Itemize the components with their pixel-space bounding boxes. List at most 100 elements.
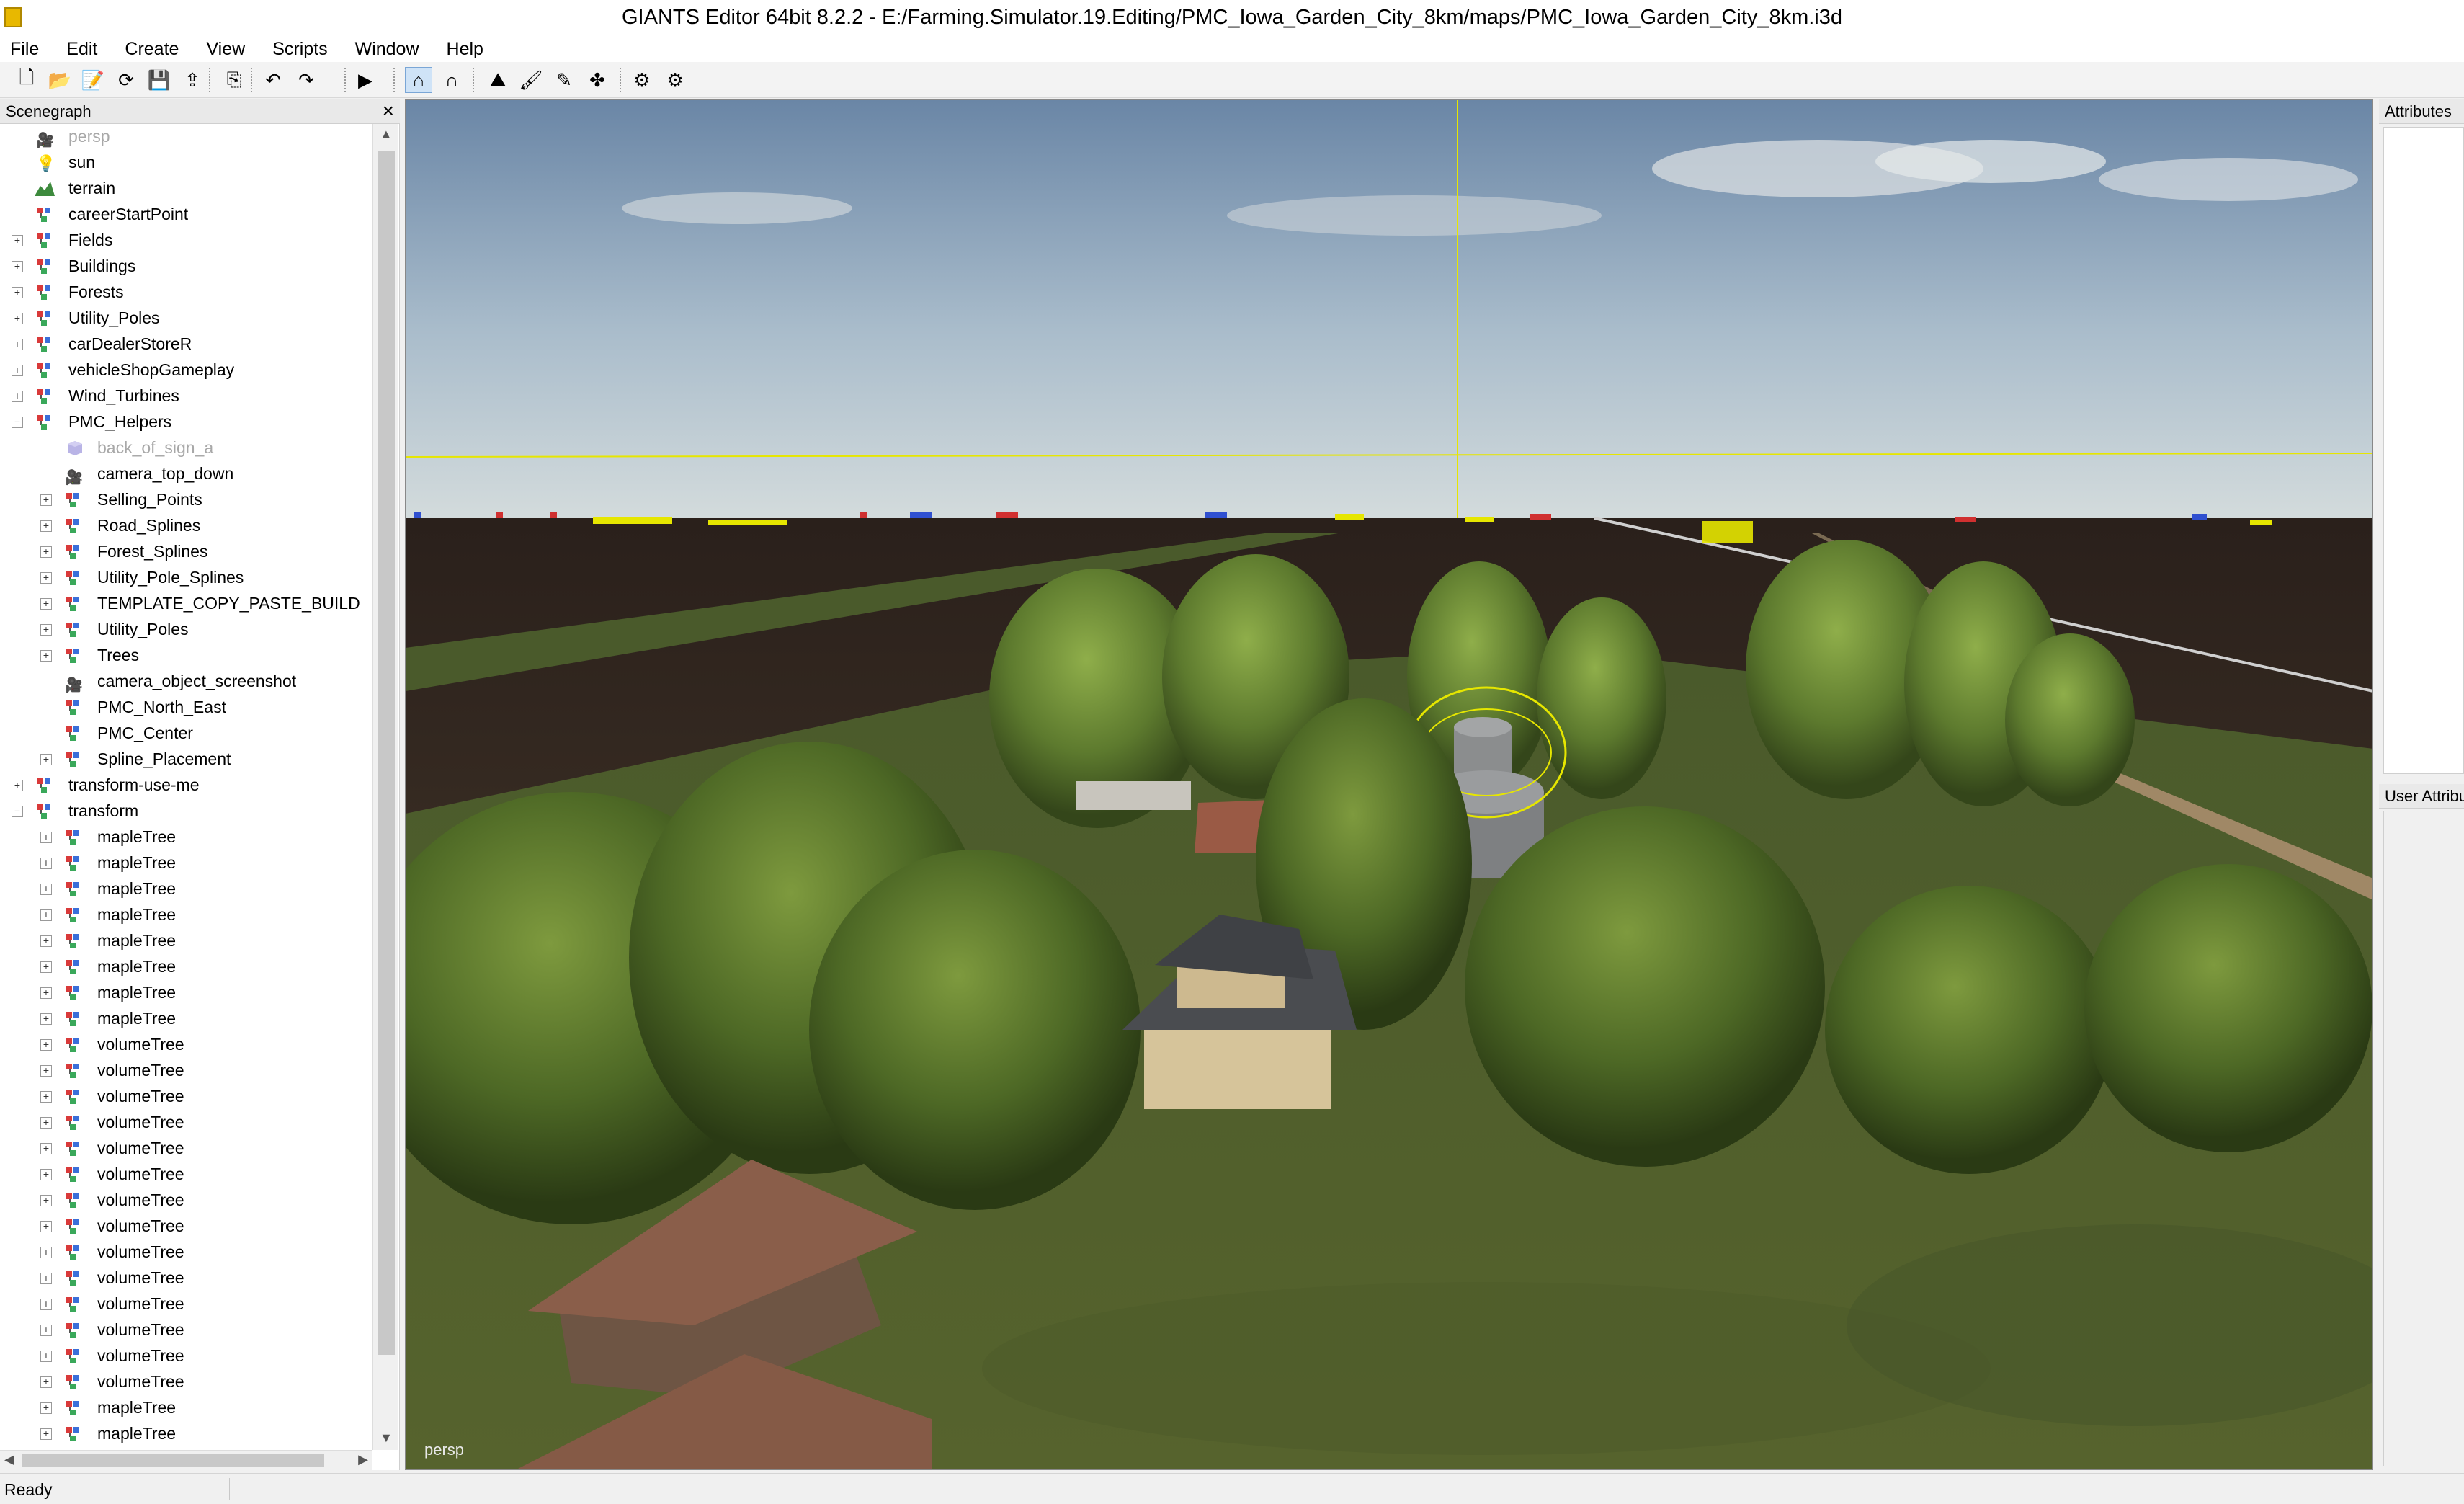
tree-item[interactable]: 🎥 camera_object_screenshot <box>0 669 372 695</box>
tree-item[interactable]: − PMC_Helpers <box>0 409 372 435</box>
tree-vertical-scrollbar[interactable]: ▲ ▼ <box>372 124 398 1450</box>
expand-icon[interactable]: + <box>12 339 23 350</box>
expand-icon[interactable]: + <box>12 780 23 791</box>
scrollbar-thumb[interactable] <box>22 1454 324 1467</box>
menu-window[interactable]: Window <box>352 37 422 61</box>
expand-icon[interactable]: + <box>40 1299 52 1310</box>
magnet-icon[interactable]: ∩ <box>438 67 465 93</box>
expand-icon[interactable]: + <box>40 1065 52 1077</box>
expand-icon[interactable]: + <box>12 261 23 272</box>
menu-create[interactable]: Create <box>122 37 182 61</box>
tree-item[interactable]: + Spline_Placement <box>0 747 372 773</box>
expand-icon[interactable]: + <box>40 598 52 610</box>
foliage-paint-icon[interactable]: ✎ <box>550 67 578 93</box>
tree-item[interactable]: + volumeTree <box>0 1265 372 1291</box>
tree-horizontal-scrollbar[interactable]: ◀ ▶ <box>0 1450 372 1470</box>
collapse-icon[interactable]: − <box>12 806 23 817</box>
undo-icon[interactable]: ↶ <box>259 67 287 93</box>
tree-item[interactable]: + mapleTree <box>0 928 372 954</box>
tree-item[interactable]: + Wind_Turbines <box>0 383 372 409</box>
tree-item[interactable]: + Forest_Splines <box>0 539 372 565</box>
tree-item[interactable]: + volumeTree <box>0 1110 372 1136</box>
expand-icon[interactable]: + <box>40 1195 52 1206</box>
tree-item[interactable]: + mapleTree <box>0 824 372 850</box>
import-icon[interactable]: ⎘ <box>220 67 248 93</box>
save-icon[interactable]: 💾 <box>146 67 173 93</box>
tree-item[interactable]: + carDealerStoreR <box>0 331 372 357</box>
export-icon[interactable]: ⇪ <box>179 67 206 93</box>
tree-item[interactable]: + vehicleShopGameplay <box>0 357 372 383</box>
terrain-paint-icon[interactable]: 🖌 <box>517 67 545 93</box>
expand-icon[interactable]: + <box>40 884 52 895</box>
edit-file-icon[interactable]: 📝 <box>79 67 107 93</box>
expand-icon[interactable]: + <box>40 1273 52 1284</box>
tree-item[interactable]: + volumeTree <box>0 1214 372 1240</box>
expand-icon[interactable]: + <box>40 1117 52 1129</box>
expand-icon[interactable]: + <box>40 1376 52 1388</box>
tree-item[interactable]: + Trees <box>0 643 372 669</box>
expand-icon[interactable]: + <box>40 1143 52 1154</box>
tree-item[interactable]: + Fields <box>0 228 372 254</box>
terrain-sculpt-icon[interactable]: ⛰ <box>484 67 512 93</box>
close-icon[interactable]: × <box>383 99 394 123</box>
expand-icon[interactable]: + <box>40 494 52 506</box>
tree-item[interactable]: + mapleTree <box>0 850 372 876</box>
scrollbar-thumb[interactable] <box>378 151 395 1355</box>
tree-item[interactable]: + volumeTree <box>0 1032 372 1058</box>
tree-item[interactable]: + volumeTree <box>0 1084 372 1110</box>
tree-item[interactable]: + volumeTree <box>0 1058 372 1084</box>
expand-icon[interactable]: + <box>40 1013 52 1025</box>
tree-item[interactable]: + volumeTree <box>0 1317 372 1343</box>
tree-item[interactable]: + Buildings <box>0 254 372 280</box>
reload-icon[interactable]: ⟳ <box>112 67 140 93</box>
expand-icon[interactable]: + <box>12 365 23 376</box>
expand-icon[interactable]: + <box>12 235 23 246</box>
tree-item[interactable]: + mapleTree <box>0 902 372 928</box>
tree-item[interactable]: PMC_North_East <box>0 695 372 721</box>
expand-icon[interactable]: + <box>40 1247 52 1258</box>
tree-item[interactable]: + mapleTree <box>0 954 372 980</box>
tree-item[interactable]: + volumeTree <box>0 1343 372 1369</box>
tree-item[interactable]: back_of_sign_a <box>0 435 372 461</box>
tree-item[interactable]: + mapleTree <box>0 1421 372 1447</box>
open-icon[interactable]: 📂 <box>46 67 73 93</box>
tree-item[interactable]: + Selling_Points <box>0 487 372 513</box>
tree-item[interactable]: 🎥 persp <box>0 124 372 150</box>
expand-icon[interactable]: + <box>40 858 52 869</box>
expand-icon[interactable]: + <box>40 961 52 973</box>
tree-item[interactable]: terrain <box>0 176 372 202</box>
tree-item[interactable]: careerStartPoint <box>0 202 372 228</box>
expand-icon[interactable]: + <box>40 1402 52 1414</box>
tree-item[interactable]: + mapleTree <box>0 980 372 1006</box>
tree-item[interactable]: 🎥 camera_top_down <box>0 461 372 487</box>
expand-icon[interactable]: + <box>40 572 52 584</box>
expand-icon[interactable]: + <box>12 391 23 402</box>
expand-icon[interactable]: + <box>40 987 52 999</box>
expand-icon[interactable]: + <box>40 1325 52 1336</box>
tree-item[interactable]: + TEMPLATE_COPY_PASTE_BUILD <box>0 591 372 617</box>
tree-item[interactable]: + volumeTree <box>0 1136 372 1162</box>
expand-icon[interactable]: + <box>40 650 52 662</box>
attributes-body[interactable] <box>2383 127 2464 774</box>
user-attributes-body[interactable] <box>2383 811 2464 1466</box>
new-icon[interactable]: 🗋 <box>13 66 40 93</box>
menu-edit[interactable]: Edit <box>63 37 100 61</box>
tree-item[interactable]: + mapleTree <box>0 876 372 902</box>
tree-item[interactable]: + Forests <box>0 280 372 306</box>
menu-view[interactable]: View <box>203 37 248 61</box>
tree-item[interactable]: + mapleTree <box>0 1006 372 1032</box>
tree-item[interactable]: − transform <box>0 798 372 824</box>
redo-icon[interactable]: ↷ <box>293 67 320 93</box>
expand-icon[interactable]: + <box>40 1169 52 1180</box>
expand-icon[interactable]: + <box>40 1039 52 1051</box>
tree-item[interactable]: + Utility_Poles <box>0 617 372 643</box>
menu-scripts[interactable]: Scripts <box>269 37 330 61</box>
expand-icon[interactable]: + <box>40 754 52 765</box>
tree-item[interactable]: + Utility_Pole_Splines <box>0 565 372 591</box>
scroll-right-icon[interactable]: ▶ <box>358 1452 368 1467</box>
scroll-left-icon[interactable]: ◀ <box>4 1452 14 1467</box>
tree-item[interactable]: + volumeTree <box>0 1162 372 1188</box>
scroll-up-icon[interactable]: ▲ <box>380 127 393 142</box>
expand-icon[interactable]: + <box>40 1428 52 1440</box>
expand-icon[interactable]: + <box>40 935 52 947</box>
